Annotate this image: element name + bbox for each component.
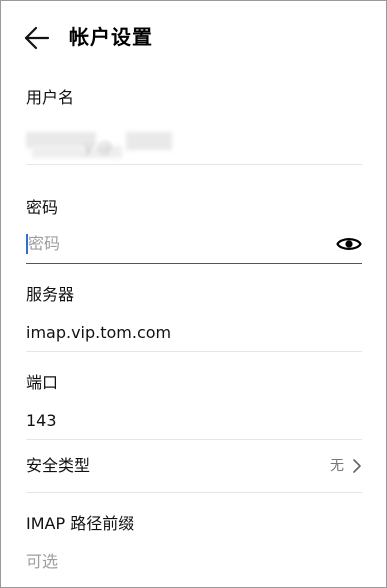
port-label: 端口: [26, 373, 59, 392]
redacted-block: [126, 132, 172, 150]
security-type-label: 安全类型: [26, 456, 91, 475]
divider: [26, 351, 362, 352]
security-type-value: 无: [330, 458, 344, 474]
show-password-button[interactable]: [336, 233, 362, 255]
password-underline: [26, 263, 362, 264]
server-label: 服务器: [26, 285, 75, 304]
eye-icon: [336, 238, 362, 250]
password-label: 密码: [26, 198, 59, 217]
arrow-left-icon: [24, 26, 50, 50]
back-button[interactable]: [20, 22, 54, 54]
imap-prefix-placeholder: 可选: [26, 552, 59, 571]
imap-prefix-label: IMAP 路径前缀: [26, 514, 135, 533]
server-field[interactable]: imap.vip.tom.com: [26, 323, 362, 343]
divider: [26, 164, 362, 165]
username-value: y @: [84, 138, 113, 156]
port-field[interactable]: 143: [26, 411, 362, 431]
page-title: 帐户设置: [69, 25, 153, 49]
divider: [26, 492, 362, 493]
security-type-selector[interactable]: 安全类型 无: [26, 448, 362, 484]
username-label: 用户名: [26, 88, 75, 107]
username-field[interactable]: y @: [26, 128, 362, 162]
divider: [26, 439, 362, 440]
password-field[interactable]: 密码: [26, 228, 362, 262]
imap-prefix-field[interactable]: 可选: [26, 548, 362, 578]
password-placeholder: 密码: [28, 234, 61, 253]
chevron-right-icon: [353, 459, 361, 473]
